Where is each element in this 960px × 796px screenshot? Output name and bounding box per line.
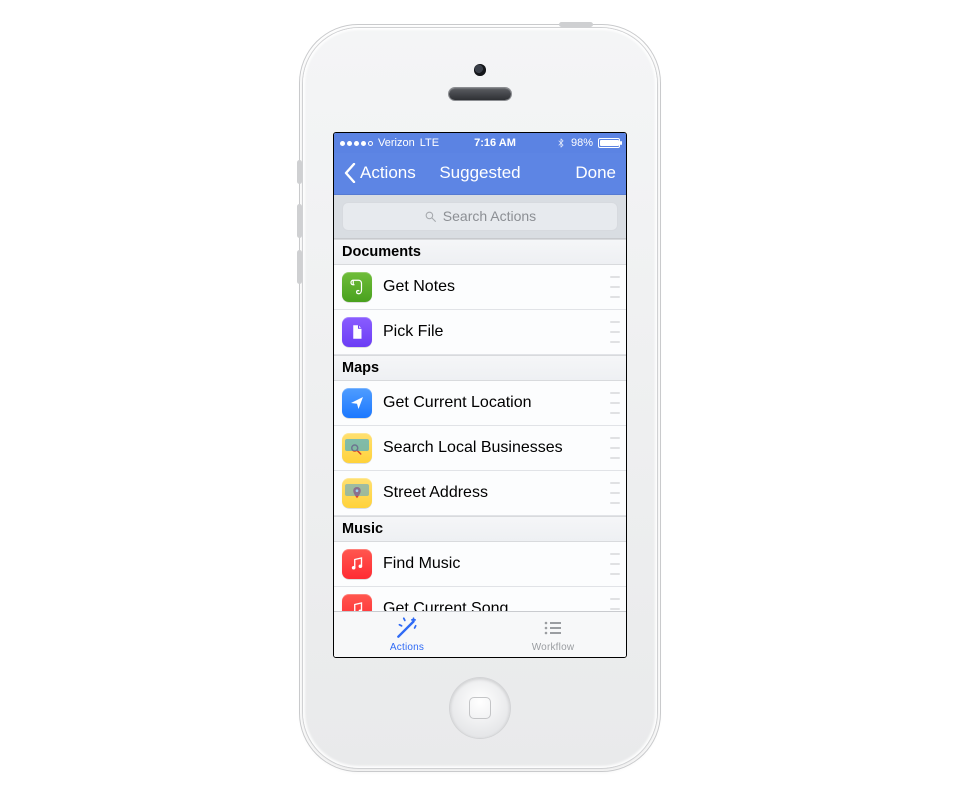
search-input[interactable]: Search Actions: [342, 202, 618, 231]
stage: Verizon LTE 7:16 AM 98%: [0, 0, 960, 796]
drag-handle-icon[interactable]: [610, 276, 620, 298]
tab-label: Workflow: [532, 642, 575, 653]
evernote-icon: [342, 272, 372, 302]
action-get-notes[interactable]: Get Notes: [334, 265, 626, 310]
map-pin-icon: [342, 478, 372, 508]
business-search-icon: [342, 433, 372, 463]
carrier-label: Verizon: [378, 137, 415, 149]
earpiece-speaker: [449, 88, 511, 100]
list-icon: [541, 616, 565, 640]
status-bar: Verizon LTE 7:16 AM 98%: [334, 133, 626, 153]
volume-up-button: [297, 204, 302, 238]
home-button[interactable]: [450, 678, 510, 738]
done-button[interactable]: Done: [575, 163, 616, 183]
mute-switch: [297, 160, 302, 184]
music-note-icon: [342, 594, 372, 611]
action-get-current-song[interactable]: Get Current Song: [334, 587, 626, 611]
section-header-documents: Documents: [334, 239, 626, 265]
signal-strength-icon: [340, 141, 373, 146]
action-street-address[interactable]: Street Address: [334, 471, 626, 516]
drag-handle-icon[interactable]: [610, 392, 620, 414]
magic-wand-icon: [394, 616, 420, 640]
navigation-bar: Actions Suggested Done: [334, 153, 626, 194]
tab-label: Actions: [390, 642, 424, 653]
drag-handle-icon[interactable]: [610, 321, 620, 343]
search-placeholder: Search Actions: [443, 208, 536, 224]
back-button[interactable]: Actions: [344, 163, 416, 183]
action-label: Street Address: [383, 484, 488, 502]
action-label: Get Current Song: [383, 600, 508, 611]
battery-percent: 98%: [571, 137, 593, 149]
drag-handle-icon[interactable]: [610, 553, 620, 575]
action-search-local-businesses[interactable]: Search Local Businesses: [334, 426, 626, 471]
section-header-maps: Maps: [334, 355, 626, 381]
power-button: [559, 22, 593, 27]
file-icon: [342, 317, 372, 347]
tab-actions[interactable]: Actions: [334, 612, 480, 657]
search-icon: [424, 210, 437, 223]
back-label: Actions: [360, 163, 416, 183]
clock: 7:16 AM: [474, 137, 516, 149]
front-camera: [474, 64, 486, 76]
search-bar-container: Search Actions: [334, 195, 626, 239]
drag-handle-icon[interactable]: [610, 437, 620, 459]
music-note-icon: [342, 549, 372, 579]
drag-handle-icon[interactable]: [610, 598, 620, 611]
volume-down-button: [297, 250, 302, 284]
action-find-music[interactable]: Find Music: [334, 542, 626, 587]
chevron-left-icon: [344, 163, 356, 183]
tab-workflow[interactable]: Workflow: [480, 612, 626, 657]
tab-bar: Actions Workflow: [334, 611, 626, 657]
actions-list[interactable]: Documents Get Notes Pick File Maps: [334, 239, 626, 611]
action-get-current-location[interactable]: Get Current Location: [334, 381, 626, 426]
drag-handle-icon[interactable]: [610, 482, 620, 504]
screen: Verizon LTE 7:16 AM 98%: [333, 132, 627, 658]
action-label: Get Current Location: [383, 394, 532, 412]
battery-icon: [598, 138, 620, 148]
action-pick-file[interactable]: Pick File: [334, 310, 626, 355]
location-arrow-icon: [342, 388, 372, 418]
action-label: Search Local Businesses: [383, 439, 563, 457]
iphone-device-frame: Verizon LTE 7:16 AM 98%: [303, 28, 657, 768]
section-header-music: Music: [334, 516, 626, 542]
action-label: Get Notes: [383, 278, 455, 296]
action-label: Pick File: [383, 323, 443, 341]
page-title: Suggested: [439, 163, 520, 183]
action-label: Find Music: [383, 555, 460, 573]
network-label: LTE: [420, 137, 439, 149]
bluetooth-icon: [556, 137, 566, 149]
